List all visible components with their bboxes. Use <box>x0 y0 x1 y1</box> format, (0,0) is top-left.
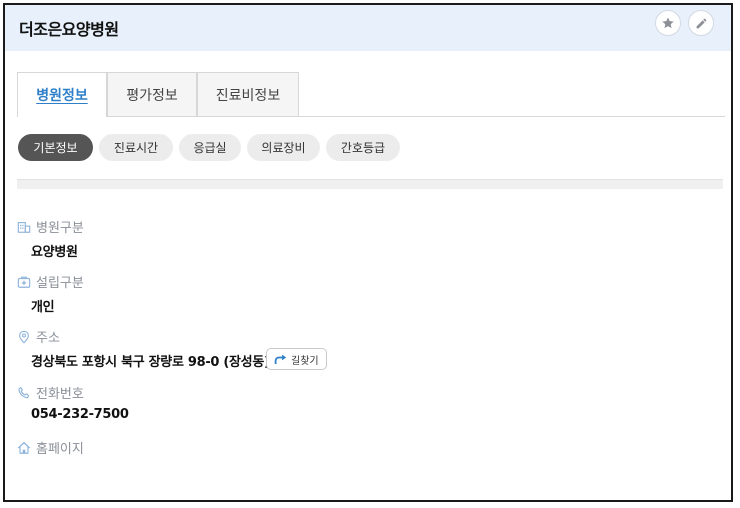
subtab-equipment[interactable]: 의료장비 <box>247 134 320 161</box>
directions-button[interactable]: 길찾기 <box>266 348 327 370</box>
phone-value: 054-232-7500 <box>31 407 129 422</box>
address-value: 경상북도 포항시 북구 장량로 98-0 (장성동) <box>31 355 270 370</box>
page-title: 더조은요양병원 <box>19 20 119 39</box>
establishment-value: 개인 <box>31 300 55 315</box>
first-aid-icon <box>17 275 31 289</box>
phone-label-text: 전화번호 <box>36 387 84 402</box>
address-label-text: 주소 <box>36 331 60 346</box>
favorite-button[interactable] <box>655 10 681 36</box>
category-label-text: 병원구분 <box>36 221 84 236</box>
section-divider <box>17 179 723 189</box>
establishment-label: 설립구분 <box>17 272 84 291</box>
address-label: 주소 <box>17 327 60 346</box>
establishment-label-text: 설립구분 <box>36 276 84 291</box>
phone-label: 전화번호 <box>17 383 84 402</box>
phone-icon <box>17 386 31 400</box>
edit-button[interactable] <box>688 10 714 36</box>
subtab-hours[interactable]: 진료시간 <box>99 134 173 161</box>
location-pin-icon <box>17 330 31 344</box>
subtab-nursing-grade[interactable]: 간호등급 <box>326 134 400 161</box>
subtab-emergency[interactable]: 응급실 <box>179 134 241 161</box>
route-arrow-icon <box>274 354 287 364</box>
tab-label: 진료비정보 <box>215 87 281 104</box>
panel-header: 더조은요양병원 <box>5 5 731 51</box>
pencil-icon <box>696 18 706 28</box>
category-value: 요양병원 <box>31 245 78 260</box>
category-label: 병원구분 <box>17 217 84 236</box>
tab-evaluation-info[interactable]: 평가정보 <box>107 72 197 116</box>
hospital-info-panel: 더조은요양병원 병원정보 평가정보 진료비정보 기본정보 진료시간 응급실 의료… <box>3 3 733 502</box>
tab-label: 평가정보 <box>126 87 178 104</box>
homepage-label: 홈페이지 <box>17 438 84 457</box>
tab-fee-info[interactable]: 진료비정보 <box>197 72 299 116</box>
main-tabs: 병원정보 평가정보 진료비정보 <box>17 72 725 117</box>
directions-label: 길찾기 <box>291 355 319 367</box>
tab-hospital-info[interactable]: 병원정보 <box>17 72 107 117</box>
homepage-label-text: 홈페이지 <box>36 442 84 457</box>
star-icon <box>662 17 674 29</box>
subtab-basic-info[interactable]: 기본정보 <box>18 134 93 161</box>
building-icon <box>17 220 31 234</box>
tab-label: 병원정보 <box>36 88 88 104</box>
home-icon <box>17 441 31 455</box>
